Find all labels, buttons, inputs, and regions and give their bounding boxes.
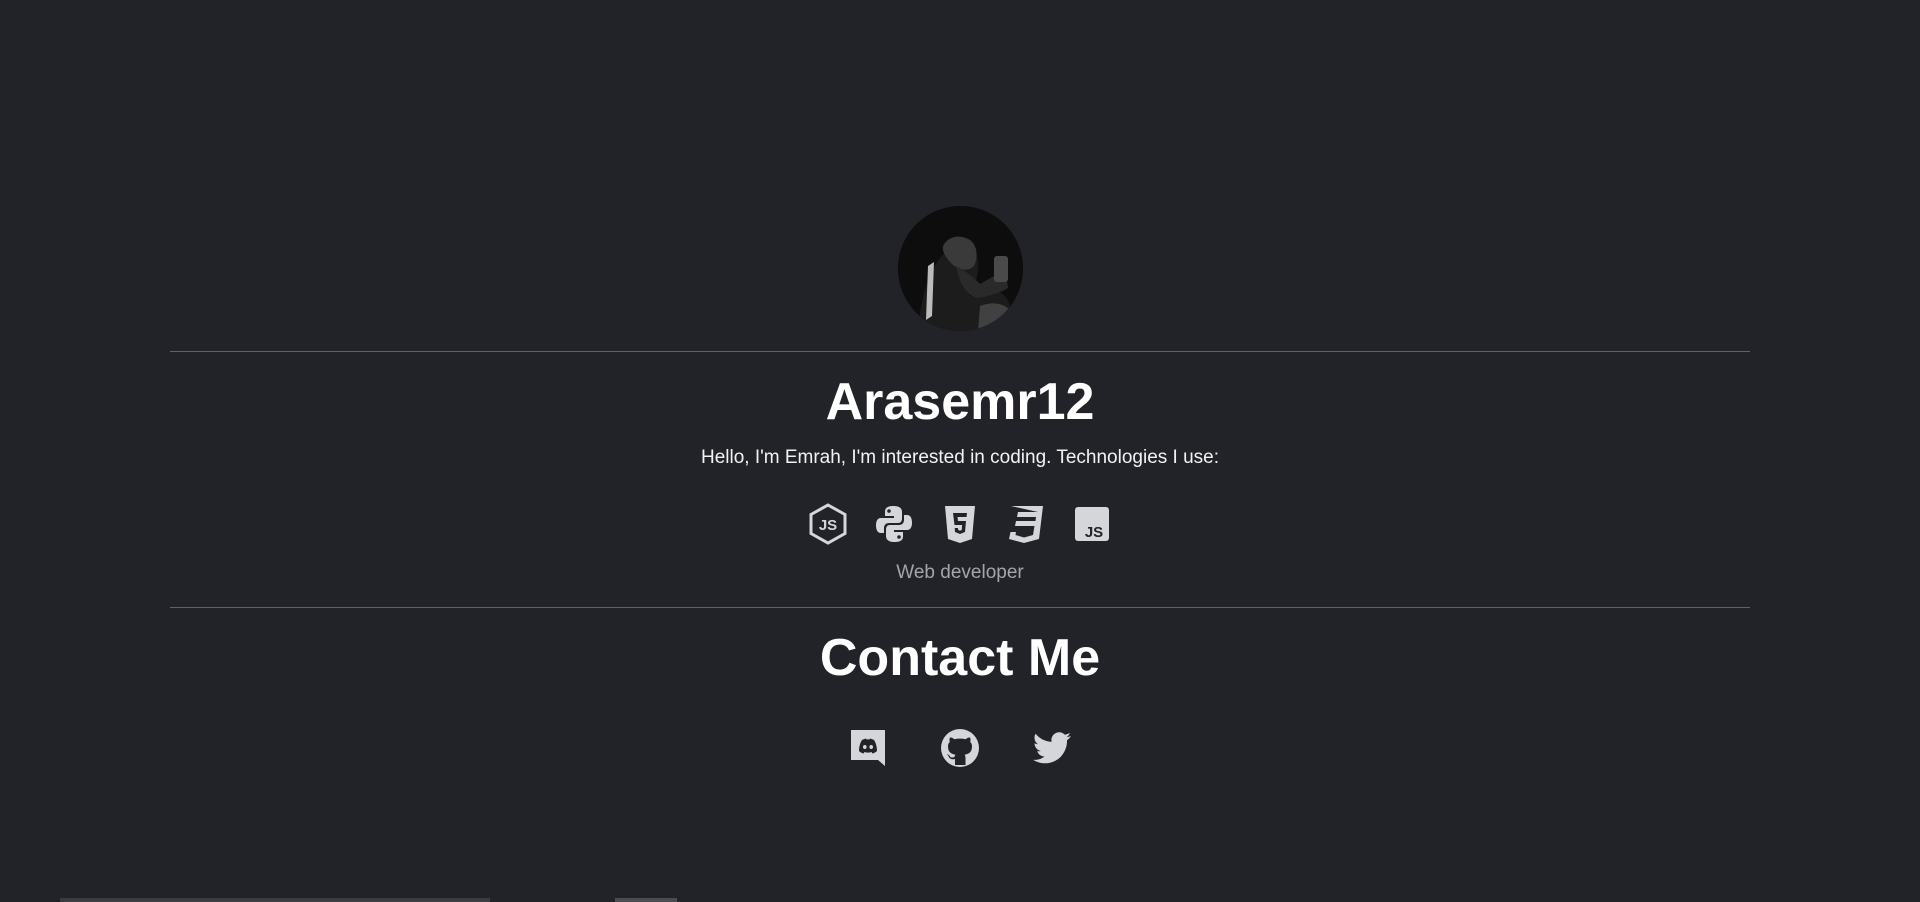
- avatar-photo: [898, 206, 1023, 331]
- contact-title: Contact Me: [819, 629, 1101, 687]
- python-icon: [874, 502, 914, 546]
- github-link[interactable]: [940, 726, 980, 770]
- technologies-list: JS JS: [0, 502, 1920, 546]
- social-links: [0, 726, 1920, 770]
- svg-text:JS: JS: [819, 517, 837, 534]
- role-text: Web developer: [896, 562, 1024, 583]
- github-icon: [939, 727, 981, 769]
- discord-icon: [847, 727, 889, 769]
- twitter-link[interactable]: [1032, 726, 1072, 770]
- page-title: Arasemr12: [825, 373, 1095, 431]
- bottom-divider: [170, 607, 1750, 608]
- svg-text:JS: JS: [1085, 524, 1103, 541]
- twitter-icon: [1031, 727, 1073, 769]
- css3-icon: [1006, 502, 1046, 546]
- javascript-icon: JS: [1072, 502, 1112, 546]
- avatar: [898, 206, 1023, 331]
- discord-link[interactable]: [848, 726, 888, 770]
- scrollbar-thumb[interactable]: [615, 898, 677, 902]
- profile-page: Arasemr12 Hello, I'm Emrah, I'm interest…: [0, 0, 1920, 902]
- scrollbar-track: [60, 898, 490, 902]
- nodejs-icon: JS: [808, 502, 848, 546]
- top-divider: [170, 351, 1750, 352]
- intro-text: Hello, I'm Emrah, I'm interested in codi…: [700, 447, 1220, 468]
- html5-icon: [940, 502, 980, 546]
